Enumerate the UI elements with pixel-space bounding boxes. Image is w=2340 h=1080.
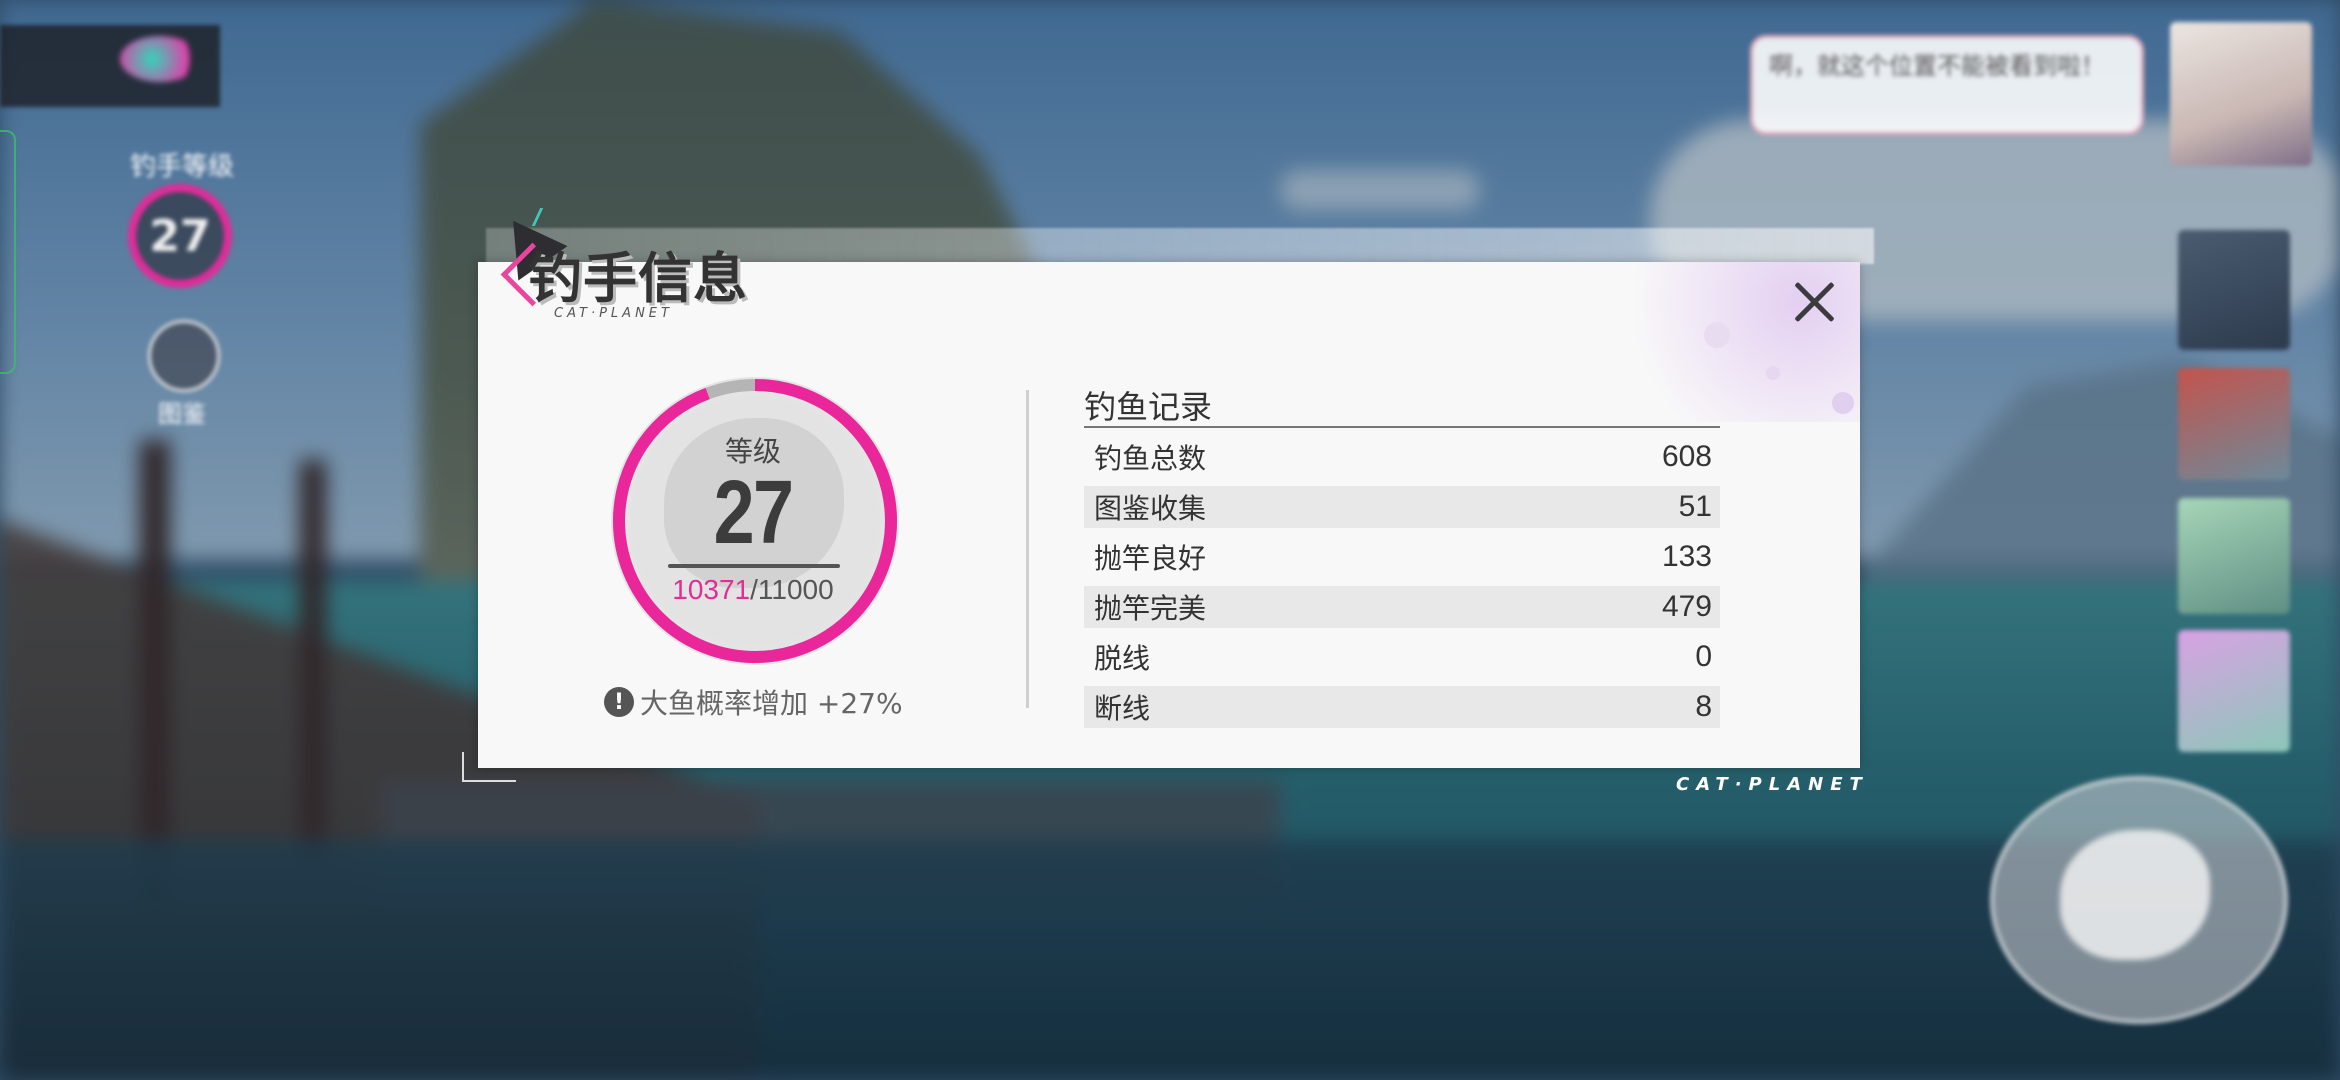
record-row: 脱线 0	[1084, 632, 1720, 682]
record-label: 抛竿完美	[1094, 592, 1207, 625]
panel-title: 钓手信息	[528, 247, 748, 310]
record-row: 断线 8	[1084, 686, 1720, 728]
hud-collection-button[interactable]	[148, 320, 220, 392]
close-button[interactable]	[1784, 272, 1844, 332]
corner-decoration	[462, 752, 516, 782]
character-portrait[interactable]	[2170, 22, 2312, 166]
exclamation-icon[interactable]: !	[604, 687, 634, 717]
chat-bubble: 啊，就这个位置不能被看到啦！	[1750, 35, 2144, 135]
record-value: 8	[1695, 690, 1712, 723]
record-value: 51	[1678, 490, 1712, 523]
tool-slot-rod[interactable]	[2178, 230, 2290, 350]
tool-slot-bait[interactable]	[2178, 368, 2290, 480]
record-label: 钓鱼总数	[1094, 442, 1207, 475]
panel-title-block: 钓手信息 CAT·PLANET	[484, 200, 764, 330]
record-label: 脱线	[1094, 642, 1151, 675]
record-row: 抛竿完美 479	[1084, 586, 1720, 628]
hud-level-label: 钓手等级	[129, 152, 234, 182]
hud-level-badge[interactable]: 27	[128, 184, 232, 288]
side-drawer-handle[interactable]	[0, 130, 16, 374]
brand-watermark: CAT·PLANET	[1676, 774, 1869, 795]
records-title: 钓鱼记录	[1084, 388, 1213, 426]
record-label: 图鉴收集	[1094, 492, 1207, 525]
record-label: 抛竿良好	[1094, 542, 1207, 575]
record-value: 479	[1661, 590, 1712, 623]
exp-current: 10371	[672, 574, 751, 605]
records-title-underline	[1084, 426, 1720, 428]
record-row: 图鉴收集 51	[1084, 486, 1720, 528]
record-row: 钓鱼总数 608	[1084, 432, 1720, 482]
level-value: 27	[713, 463, 794, 563]
level-underline	[668, 564, 840, 568]
hud-collection-label: 图鉴	[158, 400, 206, 428]
record-value: 608	[1661, 440, 1712, 473]
exp-counter: 10371/11000	[660, 574, 846, 606]
records-table: 钓鱼总数 608 图鉴收集 51 抛竿良好 133 抛竿完美 479 脱线 0 …	[1084, 432, 1720, 732]
fish-icon	[2060, 830, 2210, 960]
paint-dot	[1704, 322, 1730, 348]
exp-max: 11000	[757, 574, 834, 605]
exp-separator: /	[750, 574, 758, 605]
divider	[1026, 390, 1029, 708]
paint-dot	[1832, 392, 1854, 414]
record-value: 0	[1695, 640, 1712, 673]
record-value: 133	[1661, 540, 1712, 573]
tool-slot-item[interactable]	[2178, 498, 2290, 614]
bonus-text: 大鱼概率增加 +27%	[640, 687, 903, 720]
game-logo-icon[interactable]	[120, 36, 200, 82]
record-row: 抛竿良好 133	[1084, 532, 1720, 582]
hud-level-value: 27	[149, 210, 211, 262]
bonus-info: ! 大鱼概率增加 +27%	[604, 682, 914, 722]
panel-subtitle: CAT·PLANET	[554, 306, 673, 321]
paint-dot	[1766, 366, 1780, 380]
tool-slot-item[interactable]	[2178, 630, 2290, 752]
record-label: 断线	[1094, 692, 1151, 725]
